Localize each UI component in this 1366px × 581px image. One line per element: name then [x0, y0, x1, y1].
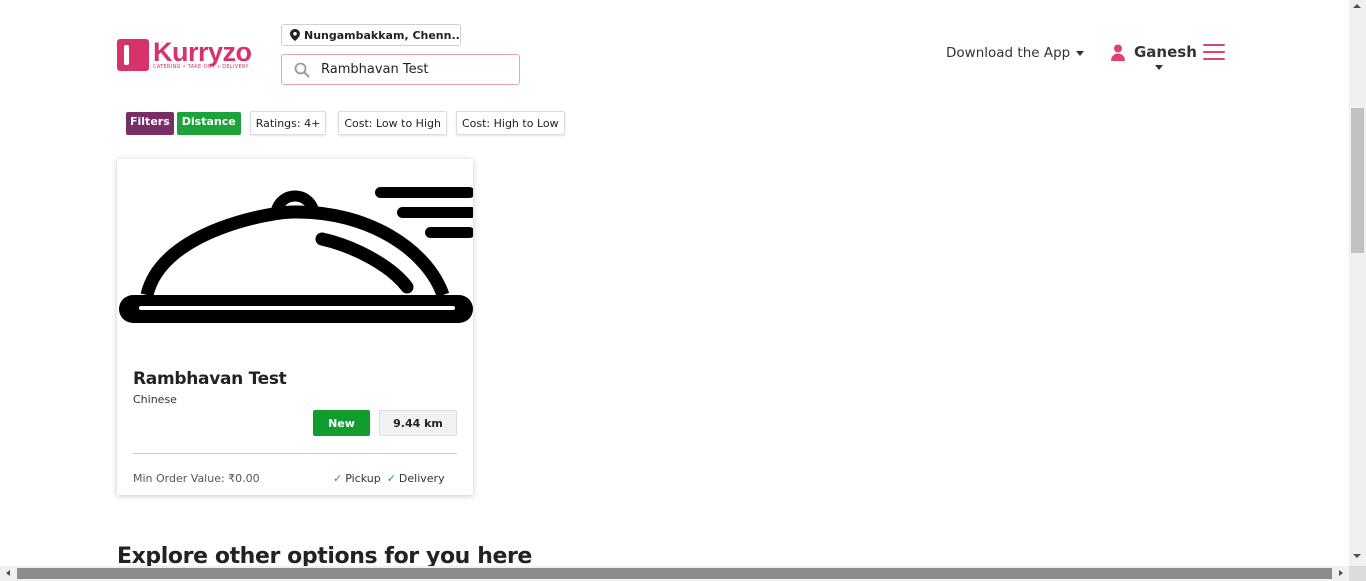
check-icon: ✓ — [386, 472, 396, 485]
delivery-option: ✓ Delivery — [387, 472, 445, 485]
vertical-scrollbar[interactable] — [1349, 0, 1366, 566]
scroll-up-arrow-icon[interactable] — [1353, 4, 1361, 8]
filters-button[interactable]: Filters — [126, 111, 174, 135]
restaurant-name[interactable]: Rambhavan Test — [133, 369, 287, 389]
scroll-right-arrow-icon[interactable] — [1339, 570, 1343, 576]
distance-filter-chip[interactable]: Distance — [176, 111, 241, 135]
filter-bar: Filters Distance Ratings: 4+ Cost: Low t… — [126, 111, 574, 135]
restaurant-cuisine: Chinese — [133, 393, 177, 406]
download-app-label: Download the App — [946, 45, 1071, 61]
check-icon: ✓ — [333, 472, 343, 485]
hamburger-menu-icon[interactable] — [1203, 44, 1225, 60]
pickup-label: Pickup — [345, 472, 381, 485]
location-selector[interactable]: Nungambakkam, Chenn... — [281, 24, 461, 46]
logo-tagline: CATERING • TAKE-OUT • DELIVERY — [153, 64, 249, 70]
user-icon — [1111, 44, 1125, 61]
ratings-filter-chip[interactable]: Ratings: 4+ — [249, 111, 327, 135]
logo-wordmark: Kurryzo — [153, 37, 252, 67]
search-box[interactable] — [281, 54, 520, 85]
user-chevron-down-icon — [1155, 65, 1163, 70]
card-divider — [133, 453, 457, 454]
scroll-down-arrow-icon[interactable] — [1353, 554, 1361, 558]
food-cloche-icon — [117, 159, 473, 359]
brand-logo[interactable]: Kurryzo CATERING • TAKE-OUT • DELIVERY — [117, 38, 259, 72]
min-order-value: Min Order Value: ₹0.00 — [133, 472, 260, 485]
scroll-left-arrow-icon[interactable] — [6, 570, 10, 576]
user-name: Ganesh — [1134, 43, 1197, 61]
new-badge: New — [313, 410, 370, 436]
user-menu[interactable]: Ganesh — [1111, 43, 1197, 70]
horizontal-scrollbar[interactable] — [0, 566, 1349, 581]
location-text: Nungambakkam, Chenn... — [304, 28, 461, 42]
vertical-scroll-thumb[interactable] — [1351, 108, 1364, 253]
cost-high-low-chip[interactable]: Cost: High to Low — [455, 111, 565, 135]
horizontal-scroll-thumb[interactable] — [17, 568, 1332, 579]
service-options: ✓ Pickup ✓ Delivery — [333, 472, 451, 485]
chevron-down-icon — [1076, 50, 1085, 56]
cost-low-high-chip[interactable]: Cost: Low to High — [338, 111, 447, 135]
search-input[interactable] — [321, 62, 506, 77]
pickup-option: ✓ Pickup — [333, 472, 381, 485]
distance-badge: 9.44 km — [379, 410, 457, 436]
download-app-dropdown[interactable]: Download the App — [946, 45, 1085, 61]
search-icon — [294, 62, 310, 78]
scrollbar-corner — [1349, 566, 1366, 581]
restaurant-card[interactable]: Rambhavan Test Chinese New 9.44 km Min O… — [117, 159, 473, 495]
map-pin-icon — [290, 29, 300, 41]
delivery-label: Delivery — [398, 472, 445, 485]
logo-bag-icon — [117, 39, 149, 71]
